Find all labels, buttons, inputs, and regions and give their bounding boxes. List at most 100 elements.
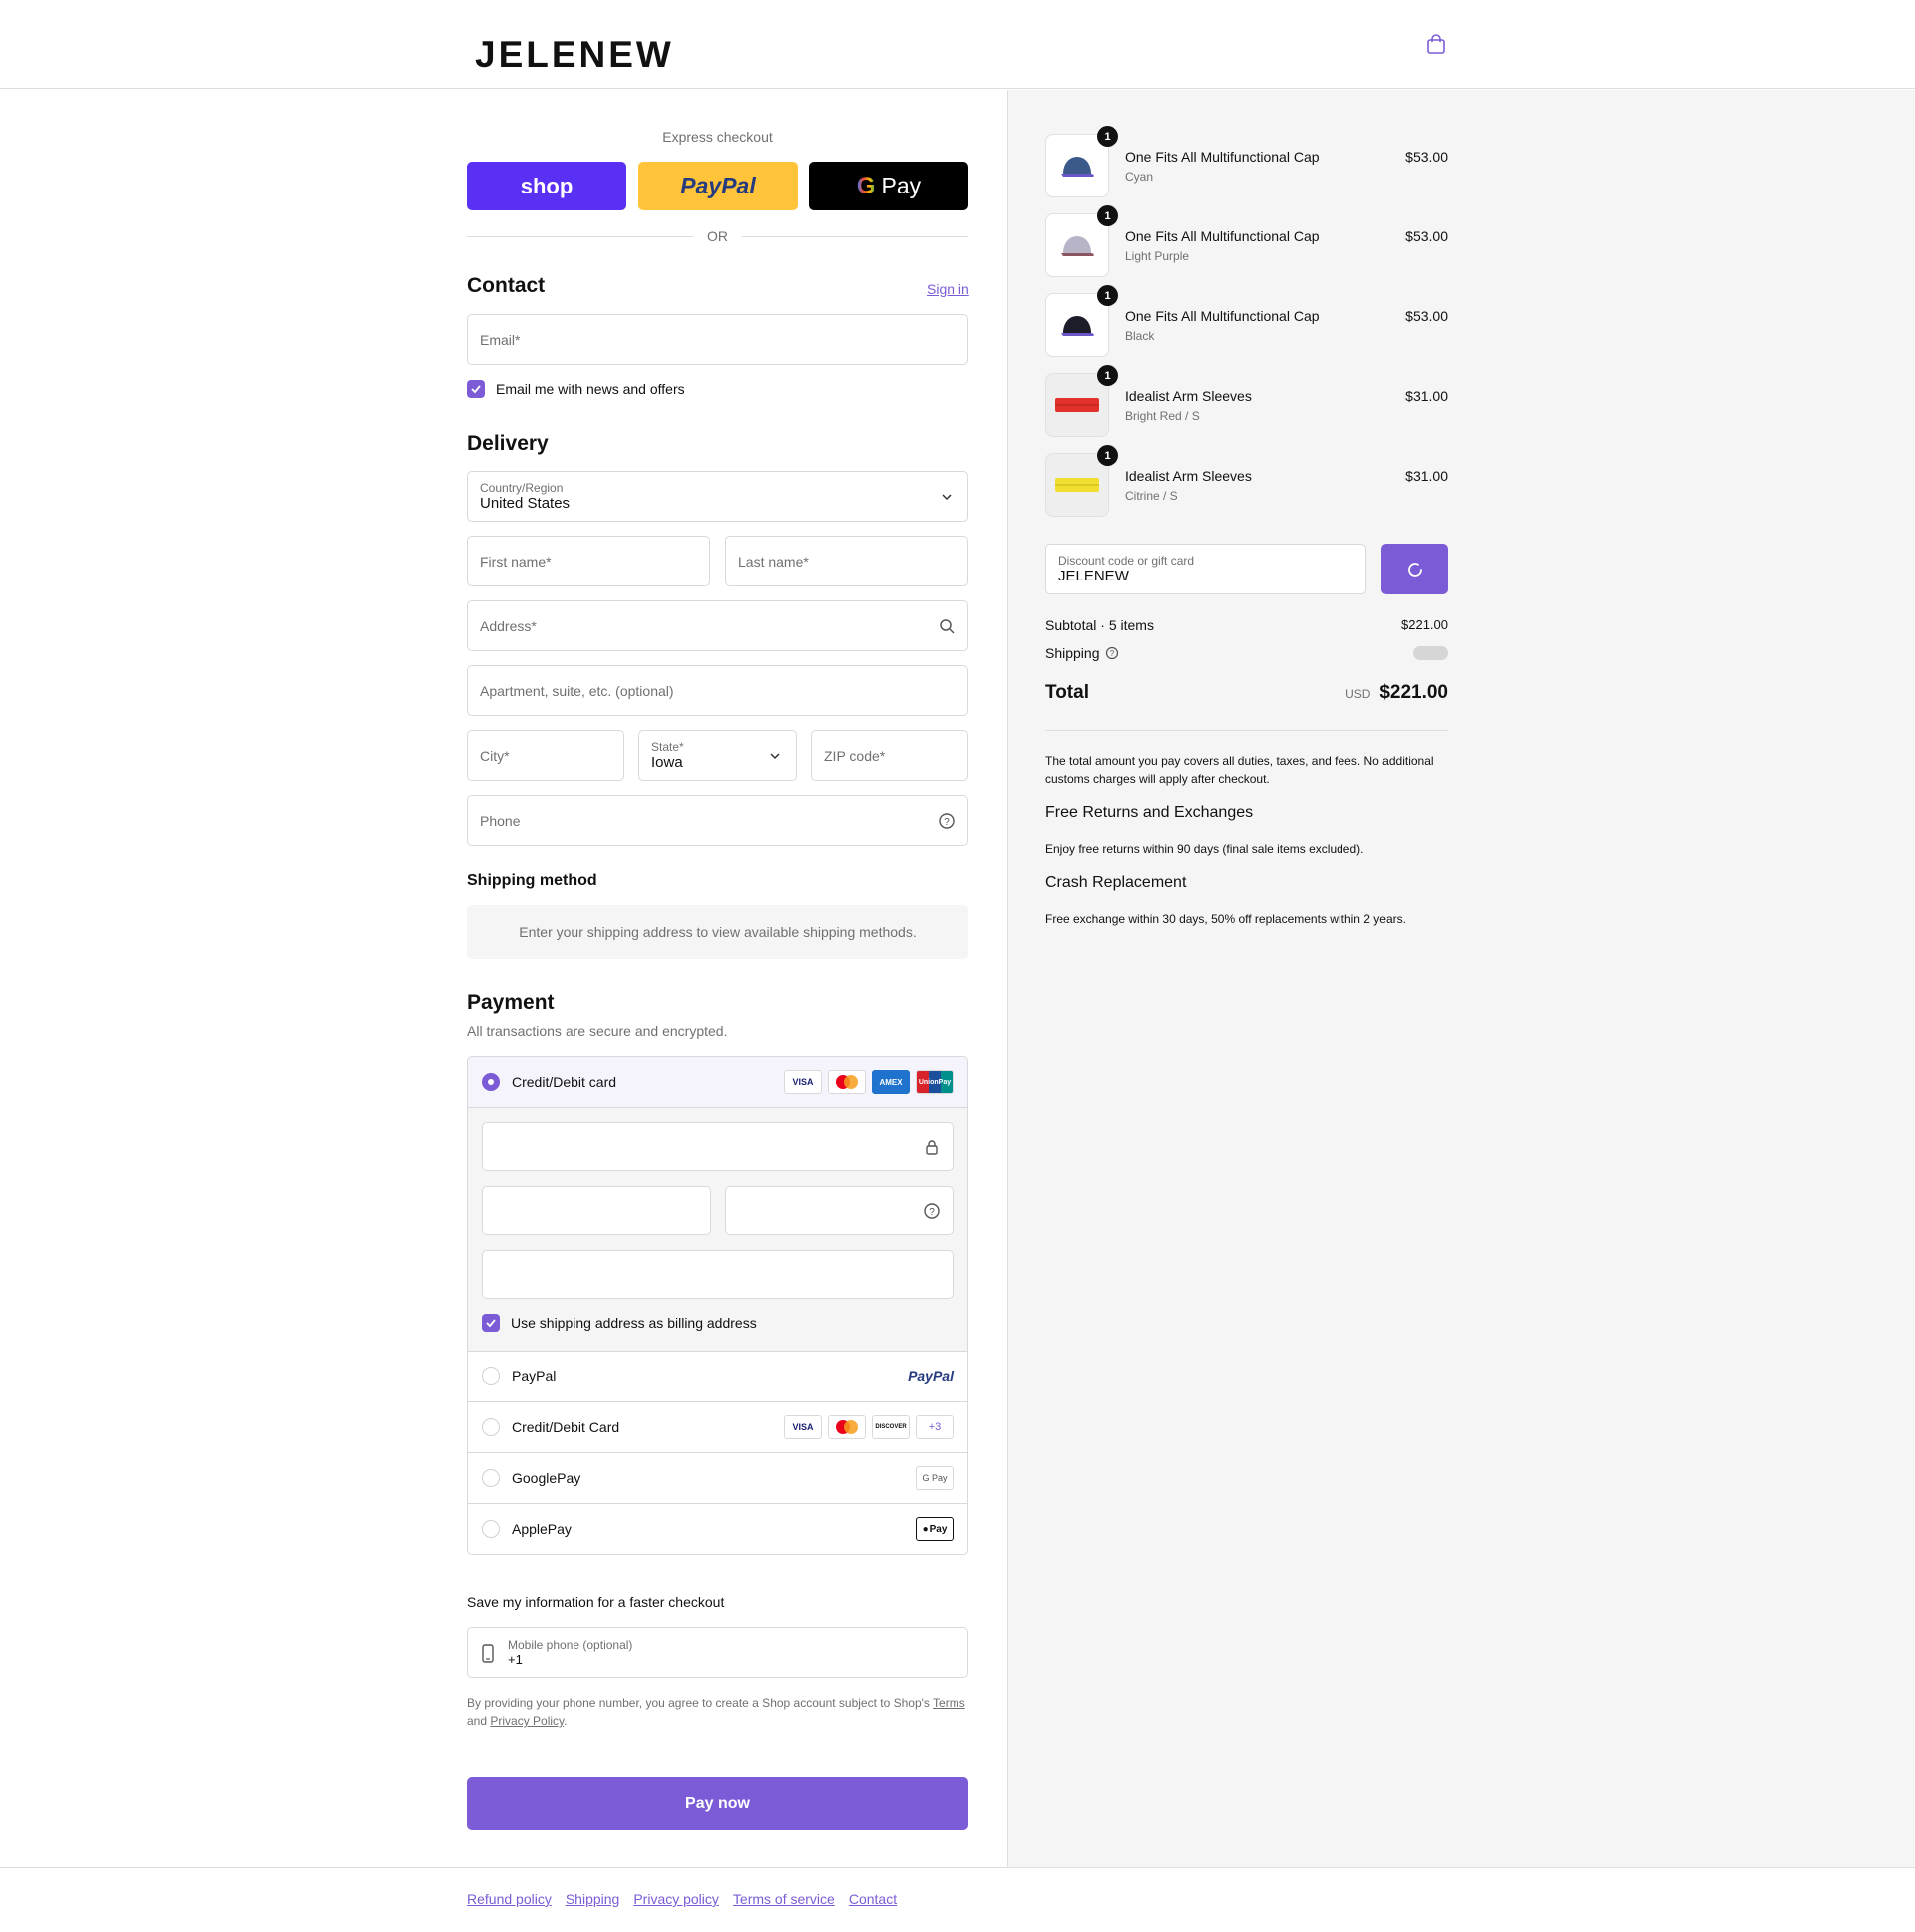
applepay-logo: ● Pay <box>916 1517 954 1541</box>
privacy-link[interactable]: Privacy Policy <box>490 1714 564 1728</box>
radio-unselected[interactable] <box>482 1418 500 1436</box>
subtotal-row: Subtotal · 5 items $221.00 <box>1045 617 1448 633</box>
billing-same-option[interactable]: Use shipping address as billing address <box>482 1314 757 1332</box>
svg-text:?: ? <box>944 817 950 828</box>
pay-now-label: Pay now <box>685 1794 750 1812</box>
news-opt-in[interactable]: Email me with news and offers <box>467 380 685 398</box>
google-g-icon: G <box>856 172 876 199</box>
svg-text:?: ? <box>929 1207 935 1218</box>
email-field[interactable]: Email* <box>467 314 968 365</box>
name-on-card-field[interactable] <box>482 1250 954 1299</box>
shop-pay-button[interactable]: shop <box>467 162 626 210</box>
address-field[interactable]: Address* <box>467 600 968 651</box>
sign-in-link[interactable]: Sign in <box>927 281 969 297</box>
item-variant: Bright Red / S <box>1125 409 1200 423</box>
item-name: One Fits All Multifunctional Cap <box>1125 308 1320 324</box>
zip-placeholder: ZIP code* <box>824 747 886 764</box>
radio-unselected[interactable] <box>482 1469 500 1487</box>
shop-pay-label: shop <box>520 173 574 198</box>
contact-link[interactable]: Contact <box>849 1891 897 1907</box>
save-info-heading: Save my information for a faster checkou… <box>467 1594 725 1610</box>
arm-sleeve-image <box>1055 398 1099 412</box>
paypal-logo: PayPal <box>680 173 756 198</box>
item-price: $53.00 <box>1405 308 1448 324</box>
state-label: State* <box>651 740 684 754</box>
radio-unselected[interactable] <box>482 1367 500 1385</box>
terms-link[interactable]: Terms <box>933 1696 965 1710</box>
store-logo[interactable]: JELENEW <box>475 34 674 76</box>
email-placeholder: Email* <box>480 331 521 348</box>
phone-placeholder: Phone <box>480 812 521 829</box>
mobile-phone-field[interactable]: Mobile phone (optional) +1 <box>467 1627 968 1678</box>
payment-option-applepay[interactable]: ApplePay ● Pay <box>468 1503 967 1554</box>
help-circle-icon[interactable]: ? <box>923 1202 941 1220</box>
apply-discount-button[interactable] <box>1381 544 1448 594</box>
last-name-field[interactable]: Last name* <box>725 536 968 586</box>
news-checkbox[interactable] <box>467 380 485 398</box>
security-code-field[interactable]: ? <box>725 1186 954 1235</box>
order-item: 1 Idealist Arm Sleeves Citrine / S $31.0… <box>1045 445 1448 519</box>
billing-same-label: Use shipping address as billing address <box>511 1315 757 1331</box>
mobile-phone-label: Mobile phone (optional) <box>508 1638 633 1652</box>
item-name: Idealist Arm Sleeves <box>1125 468 1252 484</box>
footer-divider <box>0 1867 1915 1868</box>
mastercard-icon <box>828 1415 866 1439</box>
shopping-bag-icon[interactable] <box>1425 33 1447 55</box>
payment-option-paypal[interactable]: PayPal PayPal <box>468 1351 967 1401</box>
radio-selected[interactable] <box>482 1073 500 1091</box>
help-circle-icon[interactable]: ? <box>938 812 956 830</box>
item-variant: Citrine / S <box>1125 489 1178 503</box>
zip-field[interactable]: ZIP code* <box>811 730 968 781</box>
pay-now-button[interactable]: Pay now <box>467 1777 968 1830</box>
shipping-message: Enter your shipping address to view avai… <box>519 924 917 940</box>
crash-heading: Crash Replacement <box>1045 874 1187 891</box>
payment-option-label: Credit/Debit Card <box>512 1419 620 1435</box>
payment-methods: Credit/Debit card VISA AMEX UnionPay ? U… <box>467 1056 968 1555</box>
or-divider: OR <box>467 228 968 244</box>
subtotal-value: $221.00 <box>1401 617 1448 632</box>
privacy-policy-link[interactable]: Privacy policy <box>633 1891 719 1907</box>
phone-field[interactable]: Phone ? <box>467 795 968 846</box>
payment-option-card[interactable]: Credit/Debit card VISA AMEX UnionPay <box>468 1057 967 1108</box>
quantity-badge: 1 <box>1097 445 1118 466</box>
first-name-placeholder: First name* <box>480 553 552 570</box>
applepay-logo-box: ● Pay <box>916 1517 954 1541</box>
gpay-logo-text: G Pay <box>916 1466 954 1490</box>
item-variant: Cyan <box>1125 170 1154 184</box>
google-pay-button[interactable]: G Pay <box>809 162 968 210</box>
first-name-field[interactable]: First name* <box>467 536 710 586</box>
payment-subtitle: All transactions are secure and encrypte… <box>467 1023 728 1039</box>
apartment-placeholder: Apartment, suite, etc. (optional) <box>480 682 674 699</box>
returns-heading: Free Returns and Exchanges <box>1045 804 1254 821</box>
country-select[interactable]: Country/Region United States <box>467 471 968 522</box>
payment-option-label: Credit/Debit card <box>512 1074 617 1090</box>
help-circle-icon[interactable]: ? <box>1105 646 1119 660</box>
item-price: $53.00 <box>1405 228 1448 244</box>
refund-policy-link[interactable]: Refund policy <box>467 1891 552 1907</box>
payment-option-card-2[interactable]: Credit/Debit Card VISA DISCOVER +3 <box>468 1401 967 1452</box>
item-variant: Black <box>1125 329 1155 343</box>
expiry-field[interactable] <box>482 1186 711 1235</box>
shipping-link[interactable]: Shipping <box>566 1891 620 1907</box>
city-field[interactable]: City* <box>467 730 624 781</box>
apple-icon: ● <box>922 1523 929 1535</box>
paypal-logo: PayPal <box>908 1368 954 1384</box>
visa-icon: VISA <box>784 1070 822 1094</box>
card-logos: VISA DISCOVER +3 <box>784 1415 954 1439</box>
apartment-field[interactable]: Apartment, suite, etc. (optional) <box>467 665 968 716</box>
arm-sleeve-image <box>1055 478 1099 492</box>
terms-of-service-link[interactable]: Terms of service <box>733 1891 835 1907</box>
paypal-button[interactable]: PayPal <box>638 162 798 210</box>
more-cards-badge: +3 <box>916 1415 954 1439</box>
shipping-method-placeholder: Enter your shipping address to view avai… <box>467 905 968 959</box>
order-item: 1 One Fits All Multifunctional Cap Light… <box>1045 205 1448 279</box>
card-number-field[interactable] <box>482 1122 954 1171</box>
applepay-logo-text: Pay <box>929 1523 948 1535</box>
billing-checkbox[interactable] <box>482 1314 500 1332</box>
payment-option-googlepay[interactable]: GooglePay G Pay <box>468 1452 967 1503</box>
gpay-logo: G Pay <box>916 1466 954 1490</box>
discount-code-field[interactable]: Discount code or gift card JELENEW <box>1045 544 1366 594</box>
state-select[interactable]: State* Iowa <box>638 730 797 781</box>
radio-unselected[interactable] <box>482 1520 500 1538</box>
shipping-method-heading: Shipping method <box>467 872 597 889</box>
